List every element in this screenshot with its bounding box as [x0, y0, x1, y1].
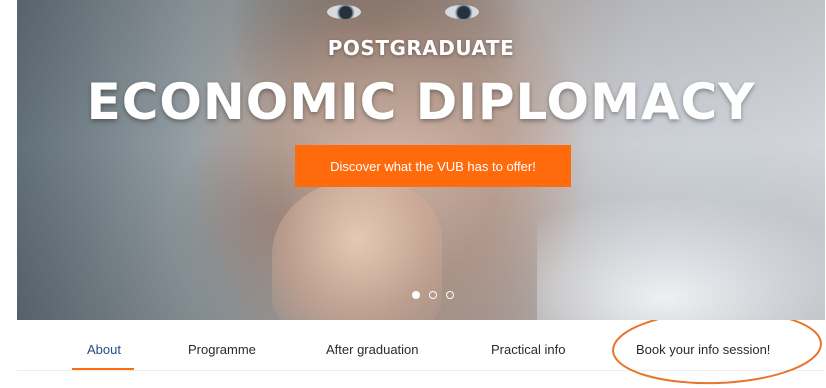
tab-divider	[17, 370, 825, 371]
hero-kicker: POSTGRADUATE	[327, 36, 515, 60]
section-nav: About Programme After graduation Practic…	[0, 320, 826, 388]
tab-about[interactable]: About	[87, 342, 121, 357]
tab-practical-info[interactable]: Practical info	[491, 342, 565, 357]
carousel-dot-3[interactable]	[446, 291, 454, 299]
carousel-dot-2[interactable]	[429, 291, 437, 299]
discover-button[interactable]: Discover what the VUB has to offer!	[295, 145, 571, 187]
tab-after-graduation[interactable]: After graduation	[326, 342, 419, 357]
hero-portrait-eye-right	[445, 5, 479, 19]
carousel-dots	[412, 291, 454, 299]
carousel-dot-1[interactable]	[412, 291, 420, 299]
hero-portrait-hand	[272, 180, 442, 320]
hero-portrait-eye-left	[327, 5, 361, 19]
tab-programme[interactable]: Programme	[188, 342, 256, 357]
hero-portrait-shirt	[537, 200, 825, 320]
hero-headline: ECONOMIC DIPLOMACY	[86, 73, 756, 131]
tab-book-info-session[interactable]: Book your info session!	[636, 342, 770, 357]
hero-banner: POSTGRADUATE ECONOMIC DIPLOMACY Discover…	[17, 0, 825, 320]
